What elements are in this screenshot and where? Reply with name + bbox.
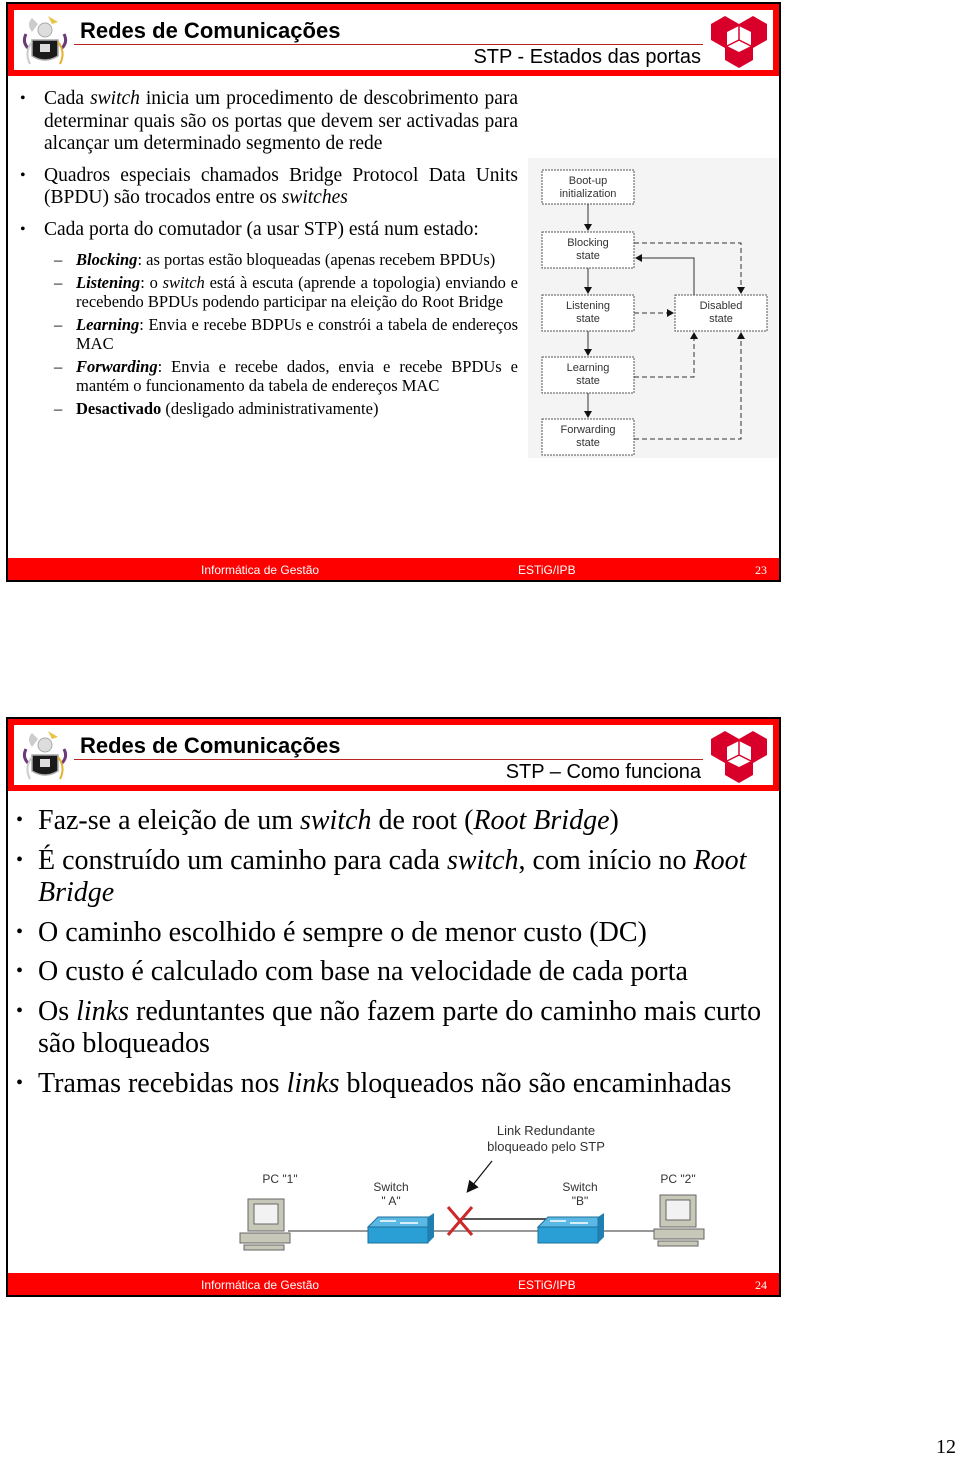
title-divider: [74, 44, 703, 45]
page-number: 12: [936, 1436, 956, 1458]
state-item: Learning: Envia e recebe BDPUs e constró…: [16, 315, 518, 354]
university-crest-icon: [22, 16, 68, 65]
switch-b-icon: [536, 1213, 604, 1244]
slide-header: Redes de Comunicações STP – Como funcion…: [8, 719, 779, 791]
bullet-item: O custo é calculado com base na velocida…: [14, 955, 776, 989]
svg-text:Forwarding: Forwarding: [560, 424, 615, 436]
pc2-label: PC "2": [660, 1172, 695, 1186]
slide-subtitle: STP – Como funciona: [505, 761, 701, 783]
switch-a-icon: [366, 1213, 434, 1244]
bullet-list: Cada switch inicia um procedimento de de…: [16, 88, 518, 241]
stp-state-diagram: Boot-up initialization Blocking state Li…: [528, 158, 778, 458]
footer-school: ESTiG/IPB: [518, 563, 576, 577]
university-crest-icon: [22, 731, 68, 780]
svg-text:initialization: initialization: [560, 188, 617, 200]
svg-text:state: state: [576, 250, 600, 262]
slide-title: Redes de Comunicações: [80, 18, 341, 43]
slide-number: 24: [755, 1278, 767, 1292]
slide-body: Faz-se a eleição de um switch de root (R…: [14, 804, 776, 1107]
svg-text:Learning: Learning: [567, 362, 610, 374]
svg-text:Listening: Listening: [566, 300, 610, 312]
bullet-item: Os links reduntantes que não fazem parte…: [14, 995, 776, 1061]
bullet-item: É construído um caminho para cada switch…: [14, 844, 776, 910]
state-box-disabled: Disabled state: [674, 294, 768, 332]
callout-label: bloqueado pelo STP: [487, 1139, 605, 1154]
state-item: Forwarding: Envia e recebe dados, envia …: [16, 357, 518, 396]
bullet-item: Faz-se a eleição de um switch de root (R…: [14, 804, 776, 838]
svg-text:"B": "B": [572, 1194, 589, 1208]
callout-label: Link Redundante: [497, 1123, 595, 1138]
state-box-learning: Learning state: [541, 356, 635, 394]
bullet-item: Quadros especiais chamados Bridge Protoc…: [16, 165, 518, 210]
bullet-list: Faz-se a eleição de um switch de root (R…: [14, 804, 776, 1101]
svg-text:state: state: [576, 313, 600, 325]
slide-footer: Informática de Gestão ESTiG/IPB 23: [8, 558, 779, 580]
svg-text:Disabled: Disabled: [700, 300, 743, 312]
pc1-icon: [239, 1198, 291, 1251]
svg-text:state: state: [576, 375, 600, 387]
bullet-item: Tramas recebidas nos links bloqueados nã…: [14, 1067, 776, 1101]
slide-body: Cada switch inicia um procedimento de de…: [16, 88, 518, 421]
slide-header: Redes de Comunicações STP - Estados das …: [8, 4, 779, 76]
pc1-label: PC "1": [262, 1172, 297, 1186]
slide-subtitle: STP - Estados das portas: [473, 46, 701, 68]
slide-stp-como-funciona: Redes de Comunicações STP – Como funcion…: [6, 717, 781, 1297]
svg-text:Blocking: Blocking: [567, 237, 609, 249]
state-item: Desactivado (desligado administrativamen…: [16, 399, 518, 419]
slide-number: 23: [755, 563, 767, 577]
state-box-forwarding: Forwarding state: [541, 418, 635, 456]
svg-text:Boot-up: Boot-up: [569, 175, 608, 187]
footer-course: Informática de Gestão: [201, 563, 320, 577]
bullet-item: O caminho escolhido é sempre o de menor …: [14, 916, 776, 950]
svg-text:state: state: [709, 313, 733, 325]
footer-course: Informática de Gestão: [201, 1278, 320, 1292]
callout-arrow: [466, 1160, 493, 1193]
title-divider: [74, 759, 703, 760]
state-box-boot: Boot-up initialization: [541, 169, 635, 205]
svg-text:" A": " A": [381, 1194, 400, 1208]
ipb-cube-logo-icon: [711, 16, 767, 68]
redundant-link-diagram: Link Redundante bloqueado pelo STP PC "1…: [239, 1123, 705, 1251]
switch-a-label: Switch: [373, 1180, 408, 1194]
switch-b-label: Switch: [562, 1180, 597, 1194]
svg-text:state: state: [576, 437, 600, 449]
state-box-blocking: Blocking state: [541, 231, 635, 269]
bullet-item: Cada porta do comutador (a usar STP) est…: [16, 219, 518, 242]
ipb-cube-logo-icon: [711, 731, 767, 783]
slide-stp-estados: Redes de Comunicações STP - Estados das …: [6, 2, 781, 582]
state-list: Blocking: as portas estão bloqueadas (ap…: [16, 250, 518, 418]
footer-school: ESTiG/IPB: [518, 1278, 576, 1292]
slide-footer: Informática de Gestão ESTiG/IPB 24: [8, 1273, 779, 1295]
bullet-item: Cada switch inicia um procedimento de de…: [16, 88, 518, 156]
state-box-listening: Listening state: [541, 294, 635, 332]
state-item: Listening: o switch está à escuta (apren…: [16, 273, 518, 312]
pc2-icon: [653, 1194, 705, 1247]
state-item: Blocking: as portas estão bloqueadas (ap…: [16, 250, 518, 270]
slide-title: Redes de Comunicações: [80, 733, 341, 758]
